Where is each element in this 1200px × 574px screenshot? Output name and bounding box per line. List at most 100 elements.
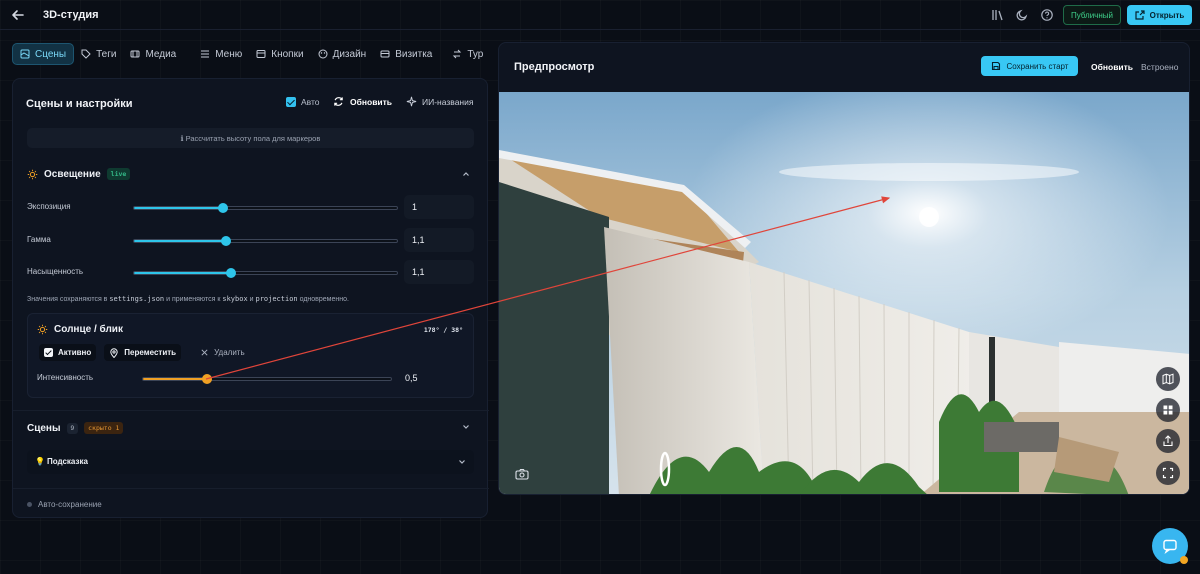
sun-actions: Активно Переместить Удалить (39, 344, 250, 361)
tab-scenes-label: Сцены (35, 48, 67, 60)
autosave-label: Авто-сохранение (38, 500, 102, 509)
scenes-settings-panel: Сцены и настройки Авто Обновить ИИ-назва… (12, 78, 489, 518)
exposure-slider[interactable] (133, 203, 398, 213)
map-pin-icon (110, 347, 118, 358)
intensity-label: Интенсивность (37, 373, 94, 382)
share-button[interactable] (1156, 429, 1180, 453)
public-button[interactable]: Публичный (1063, 5, 1121, 25)
tab-media[interactable]: Медиа (123, 43, 183, 65)
top-bar: 3D-студия Публичный Открыть (0, 0, 1200, 30)
sparkle-icon (406, 96, 417, 107)
sun-active-toggle[interactable]: Активно (39, 344, 97, 361)
close-icon (201, 349, 208, 356)
tab-scenes[interactable]: Сцены (12, 43, 75, 65)
tab-bar: Сцены Теги Медиа Меню Кнопки Дизайн Визи… (12, 43, 488, 65)
save-icon (991, 61, 1000, 71)
tag-icon (81, 49, 91, 59)
ai-names-button[interactable]: ИИ-названия (406, 96, 473, 107)
saturation-label: Насыщенность (27, 267, 84, 276)
active-checkbox[interactable] (44, 348, 53, 357)
settings-note: Значения сохраняются в settings.json и п… (27, 295, 349, 303)
sun-title-row: Солнце / блик (37, 324, 123, 335)
scenes-title: Сцены (27, 422, 61, 434)
saturation-value-input[interactable]: 1,1 (404, 260, 474, 284)
note-text: Значения сохраняются в (27, 296, 110, 303)
move-sun-button[interactable]: Переместить (104, 344, 182, 361)
preview-refresh-button[interactable]: Обновить (1091, 62, 1133, 72)
moon-icon[interactable] (1015, 8, 1029, 22)
help-icon[interactable] (1040, 8, 1054, 22)
panel-title: Сцены и настройки (26, 98, 133, 110)
tour-icon (453, 49, 462, 59)
saturation-slider-row: Насыщенность 1,1 (27, 260, 474, 284)
intensity-slider-handle[interactable] (202, 374, 213, 384)
intensity-slider-row: Интенсивность 0,5 (37, 366, 467, 390)
open-button-label: Открыть (1149, 10, 1185, 20)
exposure-value-input[interactable]: 1 (404, 195, 474, 219)
lighting-header[interactable]: Освещение live (27, 168, 131, 180)
gamma-value-input[interactable]: 1,1 (404, 228, 474, 252)
intensity-slider[interactable] (142, 374, 392, 384)
gamma-slider-handle[interactable] (221, 236, 232, 246)
preview-title: Предпросмотр (514, 61, 595, 73)
scenes-header[interactable]: Сцены 9 скрыто 1 (27, 422, 124, 434)
status-dot (27, 502, 32, 507)
chevron-down-icon[interactable] (461, 422, 471, 432)
tab-card[interactable]: Визитка (373, 43, 439, 65)
sun-icon (27, 169, 38, 179)
chat-icon (1163, 539, 1177, 554)
hidden-count-badge: скрыто 1 (84, 422, 124, 434)
tab-tags-label: Теги (96, 48, 117, 60)
hint-accordion[interactable]: 💡 Подсказка (27, 450, 474, 474)
hint-title: 💡 Подсказка (35, 457, 88, 466)
exposure-slider-row: Экспозиция 1 (27, 195, 474, 219)
tab-design[interactable]: Дизайн (311, 43, 374, 65)
fullscreen-icon (1162, 467, 1174, 479)
save-start-button[interactable]: Сохранить старт (981, 56, 1078, 76)
tab-tour-label: Тур (467, 48, 484, 60)
chevron-down-icon[interactable] (457, 457, 467, 467)
tab-tour[interactable]: Тур (445, 43, 490, 65)
note-text: одновременно. (297, 296, 349, 303)
fullscreen-button[interactable] (1156, 461, 1180, 485)
refresh-button[interactable]: Обновить (333, 96, 392, 107)
open-button[interactable]: Открыть (1127, 5, 1192, 25)
back-arrow-icon[interactable] (10, 7, 26, 23)
chevron-up-icon[interactable] (461, 169, 471, 179)
live-badge: live (106, 168, 131, 180)
divider (13, 488, 489, 489)
notification-dot (1180, 556, 1188, 564)
library-icon[interactable] (990, 8, 1004, 22)
grid-icon (1163, 405, 1173, 415)
hint-label: Подсказка (46, 457, 88, 466)
delete-sun-button[interactable]: Удалить (195, 344, 250, 361)
auto-toggle[interactable]: Авто (286, 97, 320, 107)
tab-media-label: Медиа (145, 48, 177, 60)
menu-icon (201, 50, 210, 58)
panorama-viewer[interactable] (499, 92, 1190, 495)
preview-embed-button[interactable]: Встроено (1141, 62, 1178, 72)
intensity-value[interactable]: 0,5 (397, 366, 467, 390)
media-icon (130, 50, 140, 58)
exposure-slider-handle[interactable] (218, 203, 229, 213)
grid-view-button[interactable] (1156, 398, 1180, 422)
tab-buttons[interactable]: Кнопки (249, 43, 310, 65)
tab-menu[interactable]: Меню (193, 43, 249, 65)
lightbulb-icon: 💡 (35, 457, 45, 466)
note-code-projection: projection (255, 295, 298, 303)
gamma-slider[interactable] (133, 236, 398, 246)
gamma-slider-row: Гамма 1,1 (27, 228, 474, 252)
gamma-label: Гамма (27, 235, 51, 244)
tab-design-label: Дизайн (332, 48, 367, 60)
saturation-slider-handle[interactable] (226, 268, 237, 278)
active-label: Активно (58, 348, 92, 357)
auto-checkbox[interactable] (286, 97, 296, 107)
saturation-slider[interactable] (133, 268, 398, 278)
share-icon (1163, 435, 1173, 447)
scenes-count-badge: 9 (66, 422, 79, 434)
tab-tags[interactable]: Теги (74, 43, 123, 65)
calc-floor-height-button[interactable]: ℹ Рассчитать высоту пола для маркеров (27, 128, 474, 148)
camera-icon[interactable] (515, 468, 529, 480)
map-button[interactable] (1156, 367, 1180, 391)
autosave-status: Авто-сохранение (27, 500, 102, 509)
